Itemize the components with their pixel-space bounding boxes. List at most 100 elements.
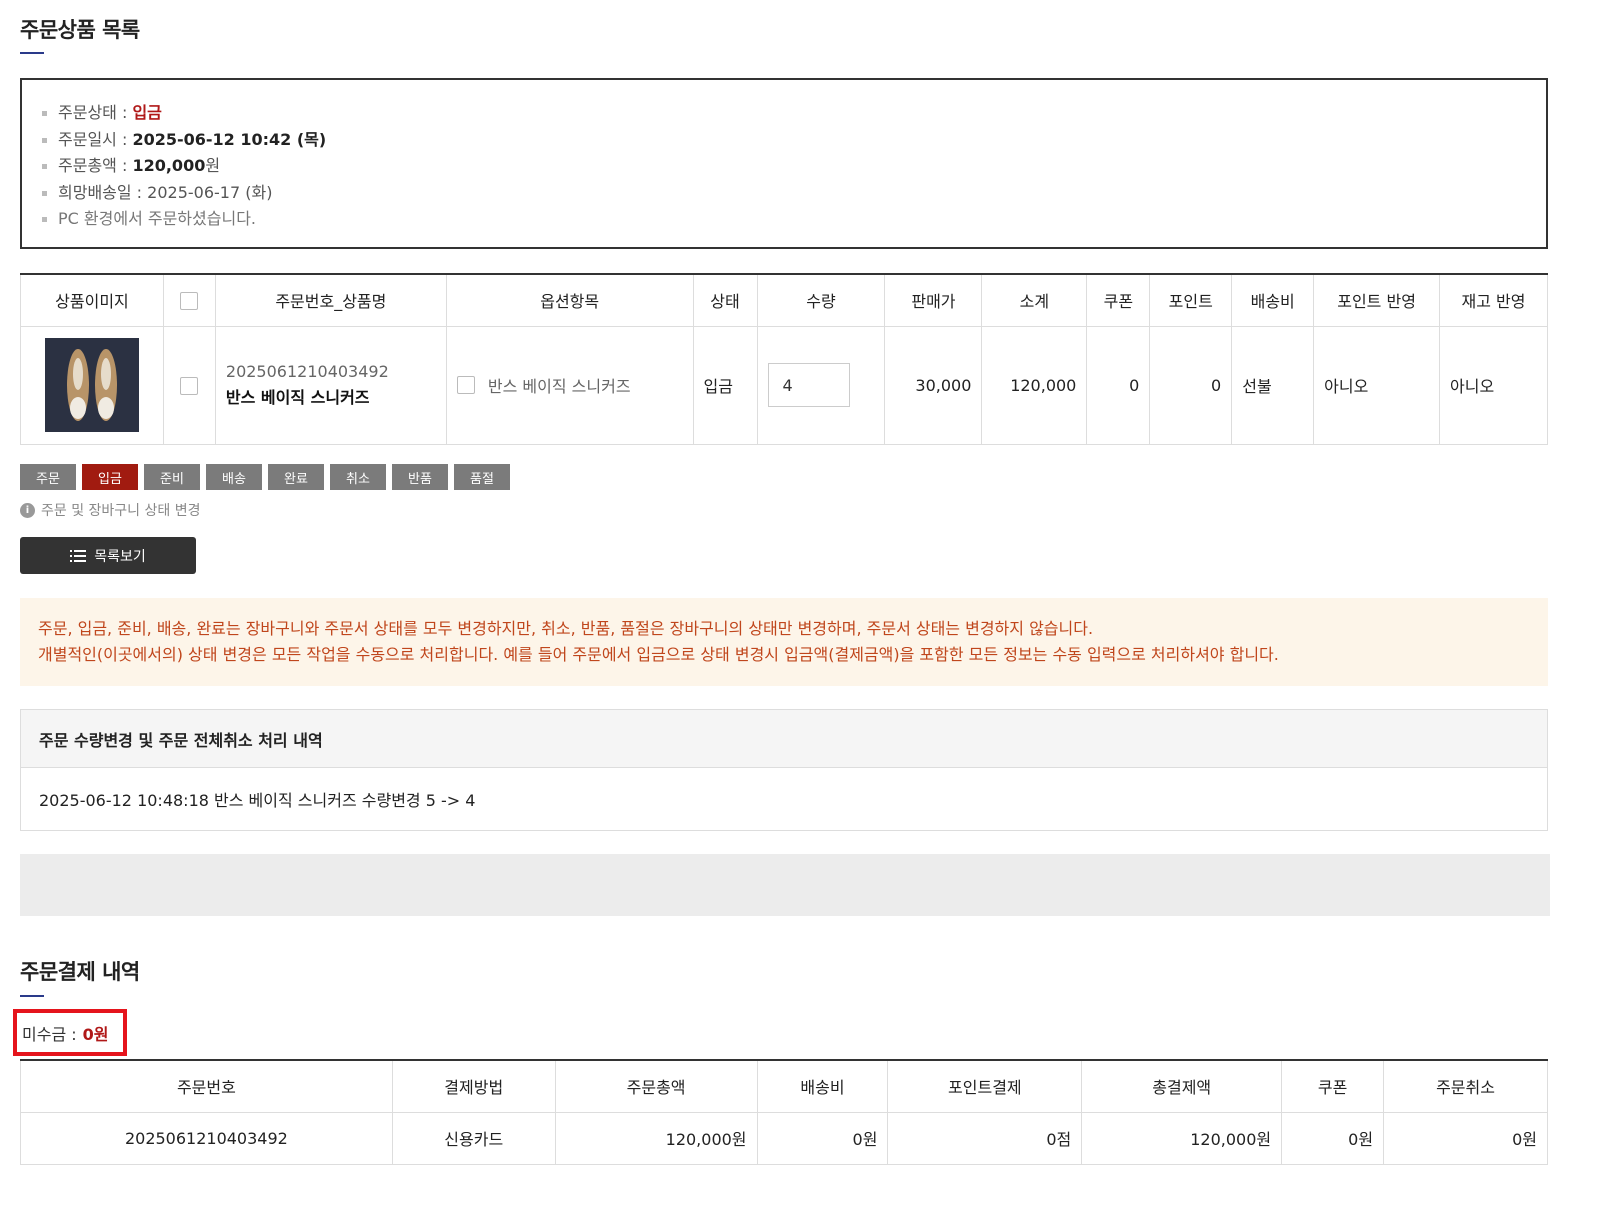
order-status-line: 주문상태 : 입금 [40, 100, 1528, 127]
pay-col-coupon: 쿠폰 [1281, 1059, 1385, 1113]
coupon-cell: 0 [1086, 325, 1151, 445]
col-header-status: 상태 [692, 273, 758, 327]
status-button-return[interactable]: 반품 [392, 464, 448, 490]
status-button-shipping[interactable]: 배송 [206, 464, 262, 490]
pay-method: 신용카드 [391, 1111, 556, 1165]
status-notice: 주문, 입금, 준비, 배송, 완료는 장바구니와 주문서 상태를 모두 변경하… [20, 598, 1548, 686]
payment-header-row: 주문번호 결제방법 주문총액 배송비 포인트결제 총결제액 쿠폰 주문취소 [20, 1059, 1548, 1113]
status-button-group: 주문 입금 준비 배송 완료 취소 반품 품절 [20, 464, 510, 490]
pay-point: 0점 [887, 1111, 1083, 1165]
pay-col-cancel: 주문취소 [1383, 1059, 1548, 1113]
pay-col-method: 결제방법 [391, 1059, 556, 1113]
status-button-order[interactable]: 주문 [20, 464, 76, 490]
col-header-option: 옵션항목 [445, 273, 694, 327]
history-entry: 2025-06-12 10:48:18 반스 베이직 스니커즈 수량변경 5 -… [39, 791, 476, 810]
col-header-select-all[interactable] [162, 273, 216, 327]
option-label: 반스 베이직 스니커즈 [487, 377, 631, 396]
col-header-stock-applied: 재고 반영 [1439, 273, 1548, 327]
point-applied-cell: 아니오 [1313, 325, 1441, 445]
product-name[interactable]: 반스 베이직 스니커즈 [226, 385, 446, 411]
shipping-cell: 선불 [1231, 325, 1315, 445]
stock-applied-cell: 아니오 [1439, 325, 1548, 445]
status-button-soldout[interactable]: 품절 [454, 464, 510, 490]
col-header-coupon: 쿠폰 [1086, 273, 1151, 327]
notice-line-2: 개별적인(이곳에서의) 상태 변경은 모든 작업을 수동으로 처리합니다. 예를… [38, 645, 1279, 664]
col-header-order-product: 주문번호_상품명 [214, 273, 447, 327]
sneaker-image [44, 338, 139, 432]
pay-col-point: 포인트결제 [887, 1059, 1083, 1113]
quantity-cell [756, 325, 886, 445]
product-image-cell [20, 325, 164, 445]
order-product-cell: 2025061210403492 반스 베이직 스니커즈 [214, 325, 447, 445]
outstanding-label: 미수금 : [22, 1024, 77, 1044]
order-total-line: 주문총액 : 120,000원 [40, 153, 1528, 180]
pay-col-grand-total: 총결제액 [1081, 1059, 1283, 1113]
order-total-label: 주문총액 : [58, 156, 133, 175]
pay-cancel: 0원 [1383, 1111, 1548, 1165]
order-date-value: 2025-06-12 10:42 (목) [132, 129, 327, 149]
delivery-date-line: 희망배송일 : 2025-06-17 (화) [40, 180, 1528, 207]
delivery-date-label: 희망배송일 : [58, 182, 148, 202]
order-number: 2025061210403492 [225, 362, 389, 381]
gray-divider-band [20, 854, 1550, 916]
order-items-title: 주문상품 목록 [20, 18, 140, 42]
order-items-table: 상품이미지 주문번호_상품명 옵션항목 상태 수량 판매가 소계 쿠폰 포인트 … [20, 273, 1548, 445]
row-checkbox[interactable] [180, 376, 199, 395]
table-row: 2025061210403492 반스 베이직 스니커즈 반스 베이직 스니커즈… [20, 325, 1548, 445]
notice-line-1: 주문, 입금, 준비, 배송, 완료는 장바구니와 주문서 상태를 모두 변경하… [38, 619, 1094, 638]
order-date-label: 주문일시 : [58, 129, 133, 149]
status-help: i 주문 및 장바구니 상태 변경 [20, 500, 200, 520]
subtotal-cell: 120,000 [981, 325, 1088, 445]
info-icon: i [20, 502, 35, 518]
list-view-button[interactable]: 목록보기 [20, 537, 196, 574]
payment-section-title: 주문결제 내역 [20, 960, 140, 984]
col-header-point: 포인트 [1149, 273, 1233, 327]
order-env-text: PC 환경에서 주문하셨습니다. [58, 209, 256, 228]
change-history-panel: 주문 수량변경 및 주문 전체취소 처리 내역 2025-06-12 10:48… [20, 709, 1548, 831]
option-cell: 반스 베이직 스니커즈 [445, 325, 694, 445]
title-underline [20, 52, 44, 54]
order-status-label: 주문상태 : [58, 103, 133, 122]
col-header-subtotal: 소계 [981, 273, 1088, 327]
status-button-deposit[interactable]: 입금 [82, 464, 138, 490]
select-all-checkbox[interactable] [180, 292, 199, 310]
outstanding-value: 0원 [82, 1024, 109, 1044]
pay-coupon: 0원 [1281, 1111, 1385, 1165]
order-total-unit: 원 [205, 156, 221, 175]
product-thumbnail[interactable] [44, 338, 139, 432]
order-summary-box: 주문상태 : 입금 주문일시 : 2025-06-12 10:42 (목) 주문… [20, 78, 1548, 249]
order-date-line: 주문일시 : 2025-06-12 10:42 (목) [40, 127, 1528, 154]
pay-col-total: 주문총액 [554, 1059, 758, 1113]
pay-order-no: 2025061210403492 [20, 1111, 393, 1165]
quantity-input[interactable] [767, 363, 850, 407]
pay-col-order-no: 주문번호 [20, 1059, 393, 1113]
col-header-image: 상품이미지 [20, 273, 164, 327]
status-cell: 입금 [692, 325, 758, 445]
status-button-complete[interactable]: 완료 [268, 464, 324, 490]
payment-table: 주문번호 결제방법 주문총액 배송비 포인트결제 총결제액 쿠폰 주문취소 20… [20, 1059, 1548, 1165]
order-total-value: 120,000 [132, 156, 206, 175]
pay-grand-total: 120,000원 [1081, 1111, 1283, 1165]
row-select-cell [162, 325, 216, 445]
point-cell: 0 [1149, 325, 1233, 445]
status-button-prepare[interactable]: 준비 [144, 464, 200, 490]
order-env-note: PC 환경에서 주문하셨습니다. [40, 206, 1528, 233]
list-icon [70, 549, 87, 562]
delivery-date-value: 2025-06-17 (화) [147, 182, 273, 202]
list-view-label: 목록보기 [94, 548, 146, 565]
col-header-quantity: 수량 [756, 273, 886, 327]
items-header-row: 상품이미지 주문번호_상품명 옵션항목 상태 수량 판매가 소계 쿠폰 포인트 … [20, 273, 1548, 327]
status-help-text: 주문 및 장바구니 상태 변경 [41, 503, 201, 519]
table-row: 2025061210403492 신용카드 120,000원 0원 0점 120… [20, 1111, 1548, 1165]
title-underline [20, 995, 44, 997]
col-header-price: 판매가 [884, 273, 983, 327]
pay-total: 120,000원 [554, 1111, 758, 1165]
option-checkbox[interactable] [456, 376, 475, 394]
price-cell: 30,000 [884, 325, 983, 445]
history-title: 주문 수량변경 및 주문 전체취소 처리 내역 [21, 710, 1547, 768]
col-header-point-applied: 포인트 반영 [1313, 273, 1441, 327]
pay-shipping: 0원 [756, 1111, 889, 1165]
status-button-cancel[interactable]: 취소 [330, 464, 386, 490]
pay-col-shipping: 배송비 [756, 1059, 889, 1113]
order-status-value: 입금 [132, 103, 162, 122]
